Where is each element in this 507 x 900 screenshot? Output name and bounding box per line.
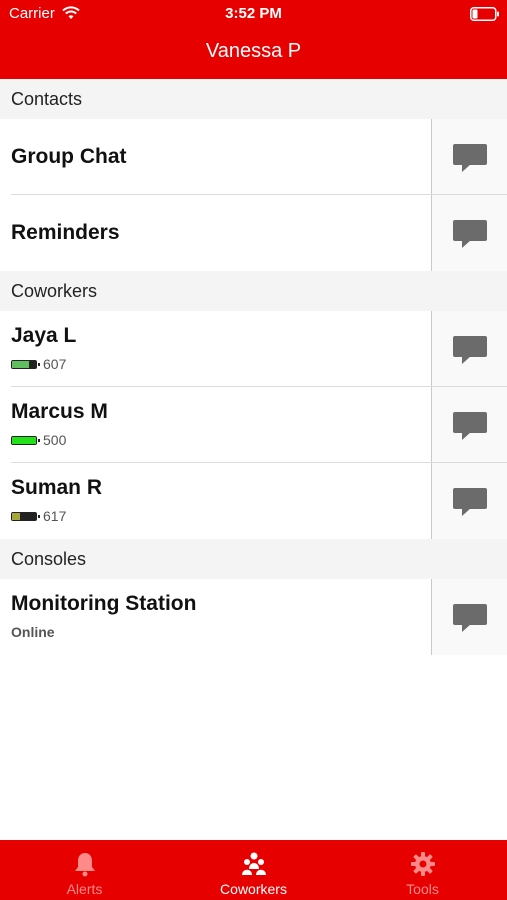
coworker-value: 617 <box>43 508 67 524</box>
gear-icon <box>411 852 435 876</box>
row-main[interactable]: Reminders <box>0 195 431 271</box>
list-item-coworker[interactable]: Suman R 617 <box>0 463 507 539</box>
battery-level-icon <box>11 511 40 521</box>
chat-bubble-icon <box>453 604 487 632</box>
row-main[interactable]: Monitoring Station Online <box>0 579 431 655</box>
coworker-name: Marcus M <box>11 400 108 423</box>
chat-button[interactable] <box>431 119 507 195</box>
list-item-reminders[interactable]: Reminders <box>0 195 507 271</box>
contact-name: Group Chat <box>11 145 127 168</box>
tab-bar: Alerts Coworkers Tools <box>0 840 507 900</box>
chat-button[interactable] <box>431 463 507 539</box>
section-header-coworkers: Coworkers <box>0 271 507 311</box>
chat-bubble-icon <box>453 412 487 440</box>
list-item-console[interactable]: Monitoring Station Online <box>0 579 507 655</box>
tab-tools[interactable]: Tools <box>338 840 507 900</box>
coworker-status: 617 <box>11 508 66 524</box>
contact-name: Reminders <box>11 221 120 244</box>
chat-bubble-icon <box>453 144 487 172</box>
row-main[interactable]: Suman R 617 <box>0 463 431 539</box>
list-item-coworker[interactable]: Marcus M 500 <box>0 387 507 463</box>
header-bar: Carrier 3:52 PM Vanessa P <box>0 0 507 79</box>
tab-label: Coworkers <box>220 881 287 897</box>
chat-button[interactable] <box>431 311 507 387</box>
section-header-contacts: Contacts <box>0 79 507 119</box>
people-icon <box>242 852 266 875</box>
coworker-status: 500 <box>11 432 66 448</box>
battery-level-icon <box>11 435 40 445</box>
tab-label: Alerts <box>66 881 103 897</box>
list-item-coworker[interactable]: Jaya L 607 <box>0 311 507 387</box>
coworker-name: Jaya L <box>11 324 77 347</box>
section-header-consoles: Consoles <box>0 539 507 579</box>
tab-alerts[interactable]: Alerts <box>0 840 169 900</box>
battery-level-icon <box>11 359 40 369</box>
page-title: Vanessa P <box>205 40 302 62</box>
chat-button[interactable] <box>431 579 507 655</box>
chat-button[interactable] <box>431 195 507 271</box>
tab-label: Tools <box>406 881 439 897</box>
chat-bubble-icon <box>453 220 487 248</box>
console-status: Online <box>11 624 55 640</box>
list-item-group-chat[interactable]: Group Chat <box>0 119 507 195</box>
coworker-value: 500 <box>43 432 67 448</box>
chat-button[interactable] <box>431 387 507 463</box>
row-main[interactable]: Group Chat <box>0 119 431 195</box>
status-bar: Carrier 3:52 PM <box>0 0 507 28</box>
battery-icon <box>470 7 499 21</box>
status-time: 3:52 PM <box>225 5 282 22</box>
online-status: Online <box>11 624 55 640</box>
battery-fill <box>12 360 29 368</box>
row-main[interactable]: Jaya L 607 <box>0 311 431 387</box>
bell-icon <box>75 853 95 877</box>
tab-coworkers[interactable]: Coworkers <box>169 840 338 900</box>
chat-bubble-icon <box>453 488 487 516</box>
contact-list: Contacts Group Chat Reminders Coworkers … <box>0 79 507 655</box>
row-main[interactable]: Marcus M 500 <box>0 387 431 463</box>
coworker-name: Suman R <box>11 476 103 499</box>
console-name: Monitoring Station <box>11 592 197 615</box>
coworker-value: 607 <box>43 356 67 372</box>
coworker-status: 607 <box>11 356 66 372</box>
chat-bubble-icon <box>453 336 487 364</box>
battery-fill <box>12 436 36 444</box>
battery-fill <box>12 512 21 520</box>
